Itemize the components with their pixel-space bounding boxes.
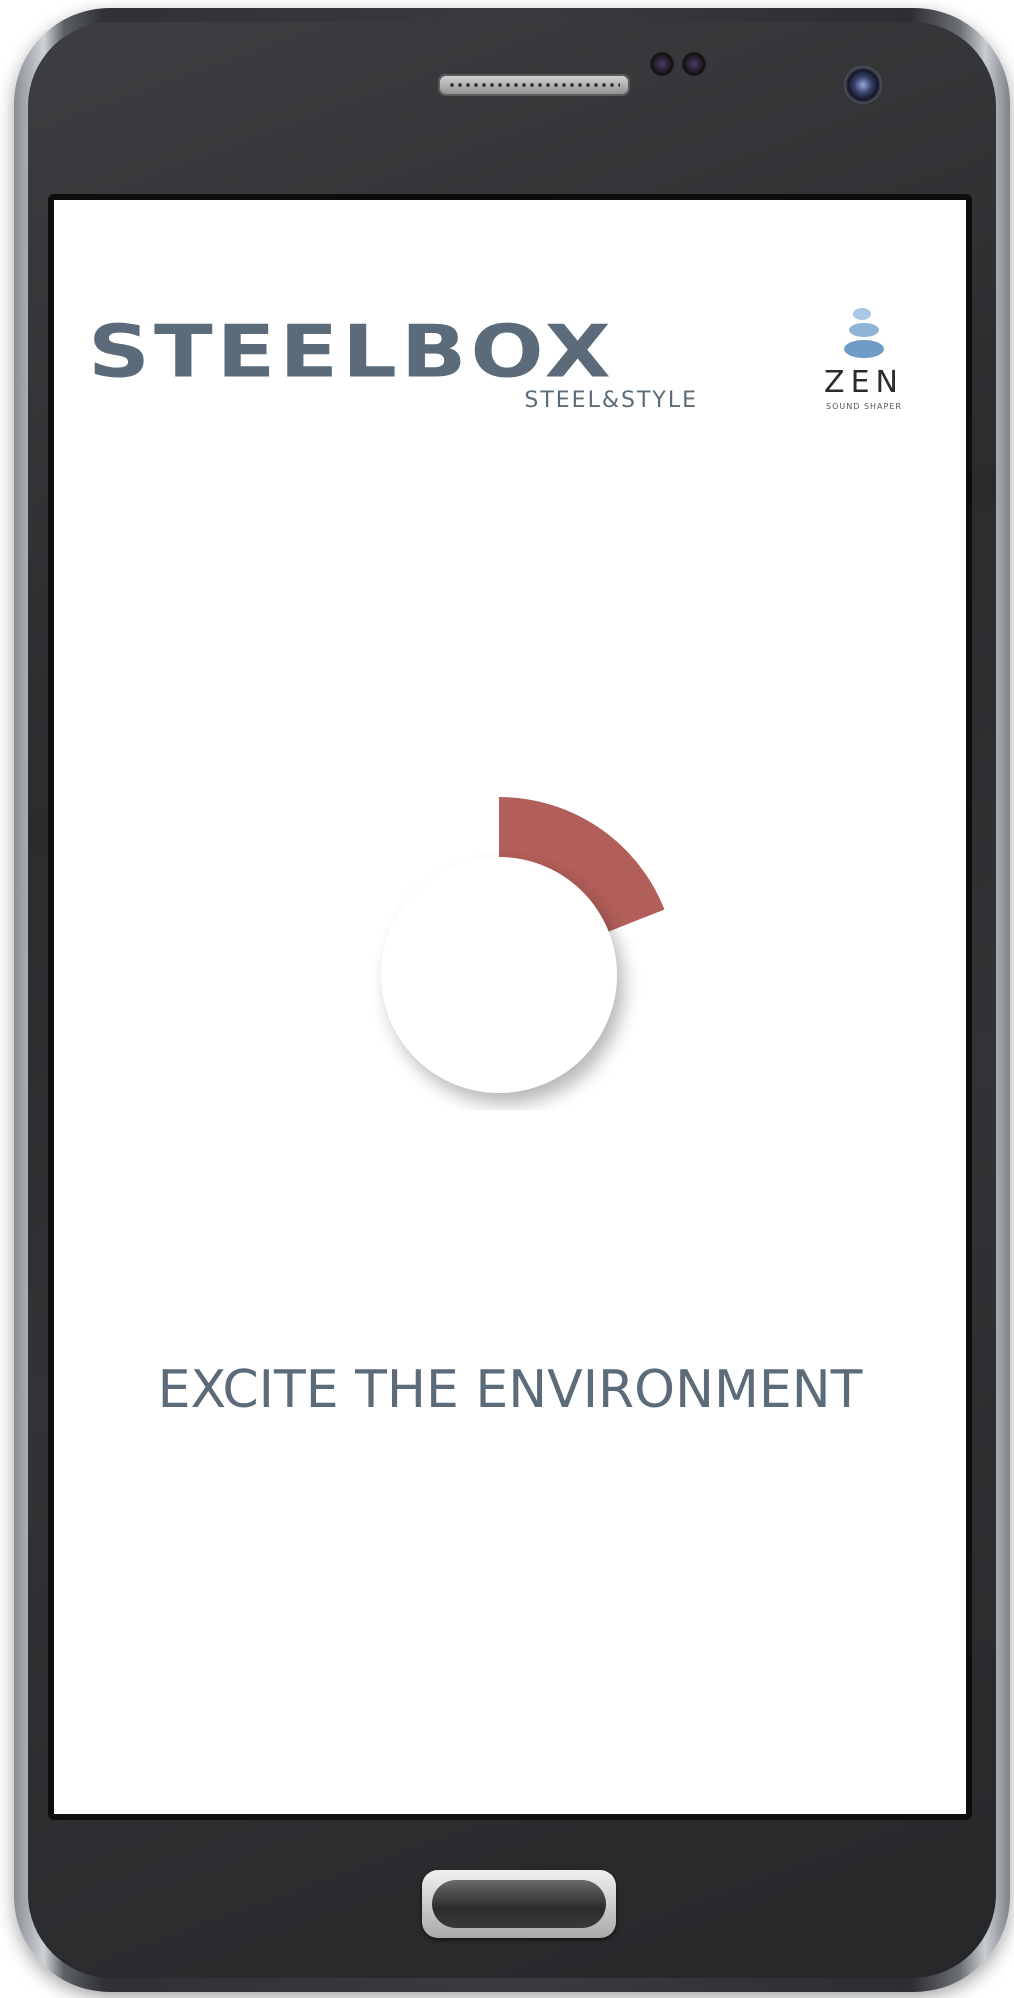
light-sensor — [682, 52, 706, 76]
progress-ring-icon — [381, 797, 665, 1104]
partner-tagline: SOUND SHAPER — [826, 402, 902, 411]
zen-logo: ZEN SOUND SHAPER — [814, 306, 914, 411]
headline-text: EXCITE THE ENVIRONMENT — [157, 1360, 863, 1420]
partner-name: ZEN — [824, 365, 904, 400]
speaker-grill — [448, 82, 620, 88]
loader-center-disc — [381, 857, 617, 1093]
steelbox-logo: STEELBOX STEEL&STYLE — [88, 310, 698, 413]
earpiece-speaker — [438, 74, 630, 96]
front-camera-icon — [844, 66, 882, 104]
brand-name: STEELBOX — [88, 310, 615, 395]
brand-tagline: STEEL&STYLE — [524, 388, 698, 413]
proximity-sensor — [650, 52, 674, 76]
home-button-face[interactable] — [432, 1880, 606, 1928]
app-screen: STEELBOX STEEL&STYLE ZEN SOUND SHAPER EX… — [48, 194, 972, 1820]
stacked-stones-icon — [844, 308, 884, 358]
home-button[interactable] — [422, 1870, 616, 1938]
